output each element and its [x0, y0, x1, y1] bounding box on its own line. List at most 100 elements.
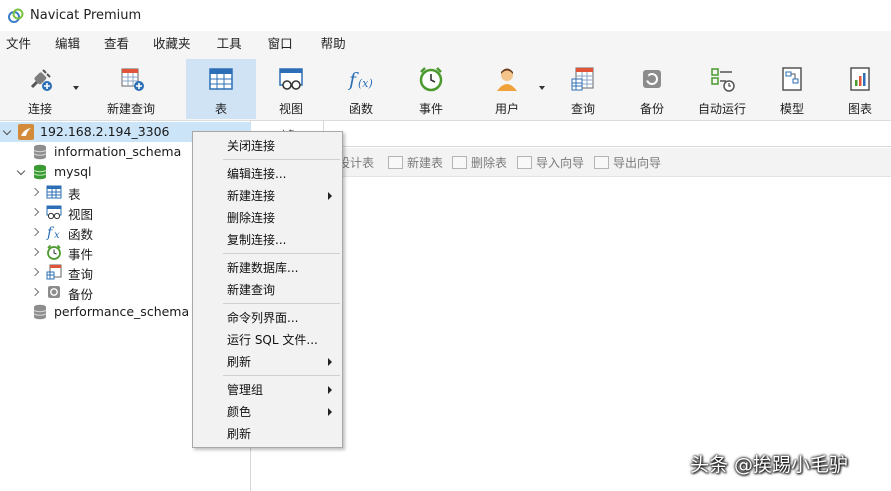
backup-icon [46, 284, 62, 300]
mysql-connection-icon [18, 124, 34, 140]
export-wizard-button[interactable]: 导出向导 [594, 148, 661, 177]
toolbar-connect-button[interactable]: 连接 [4, 59, 79, 119]
import-wizard-label: 导入向导 [536, 156, 585, 170]
model-icon [778, 65, 806, 93]
toolbar-connect-label: 连接 [27, 102, 52, 116]
tree-connection-label: 192.168.2.194_3306 [40, 124, 170, 139]
expand-arrow-icon[interactable] [30, 268, 39, 277]
query-icon [569, 65, 597, 93]
tree-item-label: performance_schema [54, 304, 190, 319]
menu-console[interactable]: 命令列界面... [194, 307, 341, 329]
menu-tools[interactable]: 工具 [211, 31, 248, 57]
toolbar-chart-button[interactable]: 图表 [826, 59, 891, 119]
export-wizard-icon [594, 156, 609, 169]
export-wizard-label: 导出向导 [613, 156, 662, 170]
expand-arrow-icon[interactable] [30, 208, 39, 217]
toolbar-backup-button[interactable]: 备份 [618, 59, 686, 119]
delete-table-button[interactable]: 删除表 [452, 148, 507, 177]
expand-arrow-icon[interactable] [17, 168, 26, 177]
expand-arrow-icon[interactable] [30, 228, 39, 237]
new-query-icon [117, 65, 145, 93]
menu-refresh-submenu[interactable]: 刷新 [194, 351, 341, 373]
toolbar-automation-button[interactable]: 自动运行 [686, 59, 758, 119]
view-icon [46, 204, 62, 220]
menu-new-query[interactable]: 新建查询 [194, 279, 341, 301]
watermark-text: 头条 @挨踢小毛驴 [690, 454, 849, 476]
navicat-logo-icon [8, 8, 24, 24]
new-table-button[interactable]: 新建表 [388, 148, 443, 177]
toolbar-model-button[interactable]: 模型 [758, 59, 826, 119]
navicat-window: Navicat Premium 文件 编辑 查看 收藏夹 工具 窗口 帮助 连接 [0, 0, 891, 491]
toolbar-table-button[interactable]: 表 [186, 59, 256, 119]
toolbar-model-label: 模型 [779, 102, 804, 116]
menu-edit[interactable]: 编辑 [49, 31, 86, 57]
menu-run-sql-file[interactable]: 运行 SQL 文件... [194, 329, 341, 351]
menu-separator [223, 159, 340, 160]
menu-refresh[interactable]: 刷新 [194, 423, 341, 445]
user-dropdown-caret-icon[interactable] [539, 86, 545, 90]
menu-copy-connection[interactable]: 复制连接... [194, 229, 341, 251]
toolbar-automation-label: 自动运行 [697, 102, 746, 116]
toolbar-event-button[interactable]: 事件 [396, 59, 466, 119]
menu-separator [223, 253, 340, 254]
toolbar-chart-label: 图表 [847, 102, 872, 116]
design-table-button[interactable]: 设计表 [338, 148, 374, 177]
main-toolbar: 连接 新建查询 表 视图 f (x) 函数 事件 用户 查询 备份 自动运行 模… [0, 57, 891, 121]
new-table-icon [388, 156, 403, 169]
menu-favorites[interactable]: 收藏夹 [147, 31, 197, 57]
toolbar-event-label: 事件 [418, 102, 443, 116]
function-icon: f (x) [347, 65, 375, 93]
clock-event-icon [417, 65, 445, 93]
menu-file[interactable]: 文件 [0, 31, 37, 57]
svg-text:x: x [54, 230, 60, 240]
expand-arrow-icon[interactable] [3, 128, 12, 137]
toolbar-query-button[interactable]: 查询 [548, 59, 618, 119]
connection-context-menu: 关闭连接 编辑连接... 新建连接 删除连接 复制连接... 新建数据库... … [192, 131, 343, 448]
import-wizard-button[interactable]: 导入向导 [517, 148, 584, 177]
menu-new-database[interactable]: 新建数据库... [194, 257, 341, 279]
toolbar-user-label: 用户 [494, 102, 519, 116]
toolbar-new-query-label: 新建查询 [106, 102, 155, 116]
tree-item-label: 视图 [68, 207, 94, 222]
toolbar-function-label: 函数 [348, 102, 373, 116]
expand-arrow-icon[interactable] [30, 288, 39, 297]
tree-item-label: 备份 [68, 287, 94, 302]
expand-arrow-icon[interactable] [30, 188, 39, 197]
toolbar-new-query-button[interactable]: 新建查询 [90, 59, 172, 119]
delete-table-label: 删除表 [471, 156, 508, 170]
menu-delete-connection[interactable]: 删除连接 [194, 207, 341, 229]
query-icon [46, 264, 62, 280]
menu-help[interactable]: 帮助 [315, 31, 352, 57]
menu-view[interactable]: 查看 [98, 31, 135, 57]
design-table-label: 设计表 [338, 156, 375, 170]
toolbar-function-button[interactable]: f (x) 函数 [326, 59, 396, 119]
table-icon [46, 184, 62, 200]
new-table-label: 新建表 [407, 156, 444, 170]
user-icon [493, 65, 521, 93]
plug-connect-icon [26, 65, 54, 93]
database-open-icon [32, 164, 48, 180]
object-toolbar: 设计表 新建表 删除表 导入向导 导出向导 [252, 148, 891, 177]
menu-bar: 文件 编辑 查看 收藏夹 工具 窗口 帮助 [0, 31, 891, 57]
toolbar-query-label: 查询 [570, 102, 595, 116]
menu-manage-group[interactable]: 管理组 [194, 379, 341, 401]
menu-window[interactable]: 窗口 [262, 31, 299, 57]
menu-separator [223, 303, 340, 304]
database-icon [32, 144, 48, 160]
delete-table-icon [452, 156, 467, 169]
tree-item-label: mysql [54, 164, 92, 179]
expand-arrow-icon[interactable] [30, 248, 39, 257]
menu-new-connection[interactable]: 新建连接 [194, 185, 341, 207]
connect-dropdown-caret-icon[interactable] [73, 86, 79, 90]
toolbar-user-button[interactable]: 用户 [472, 59, 545, 119]
menu-color[interactable]: 颜色 [194, 401, 341, 423]
object-list-area[interactable] [252, 178, 891, 491]
clock-event-icon [46, 244, 62, 260]
tree-item-label: information_schema [54, 144, 182, 159]
chart-icon [846, 65, 874, 93]
menu-close-connection[interactable]: 关闭连接 [194, 135, 341, 157]
toolbar-view-button[interactable]: 视图 [256, 59, 326, 119]
menu-edit-connection[interactable]: 编辑连接... [194, 163, 341, 185]
toolbar-view-label: 视图 [278, 102, 303, 116]
toolbar-table-label: 表 [214, 102, 227, 116]
